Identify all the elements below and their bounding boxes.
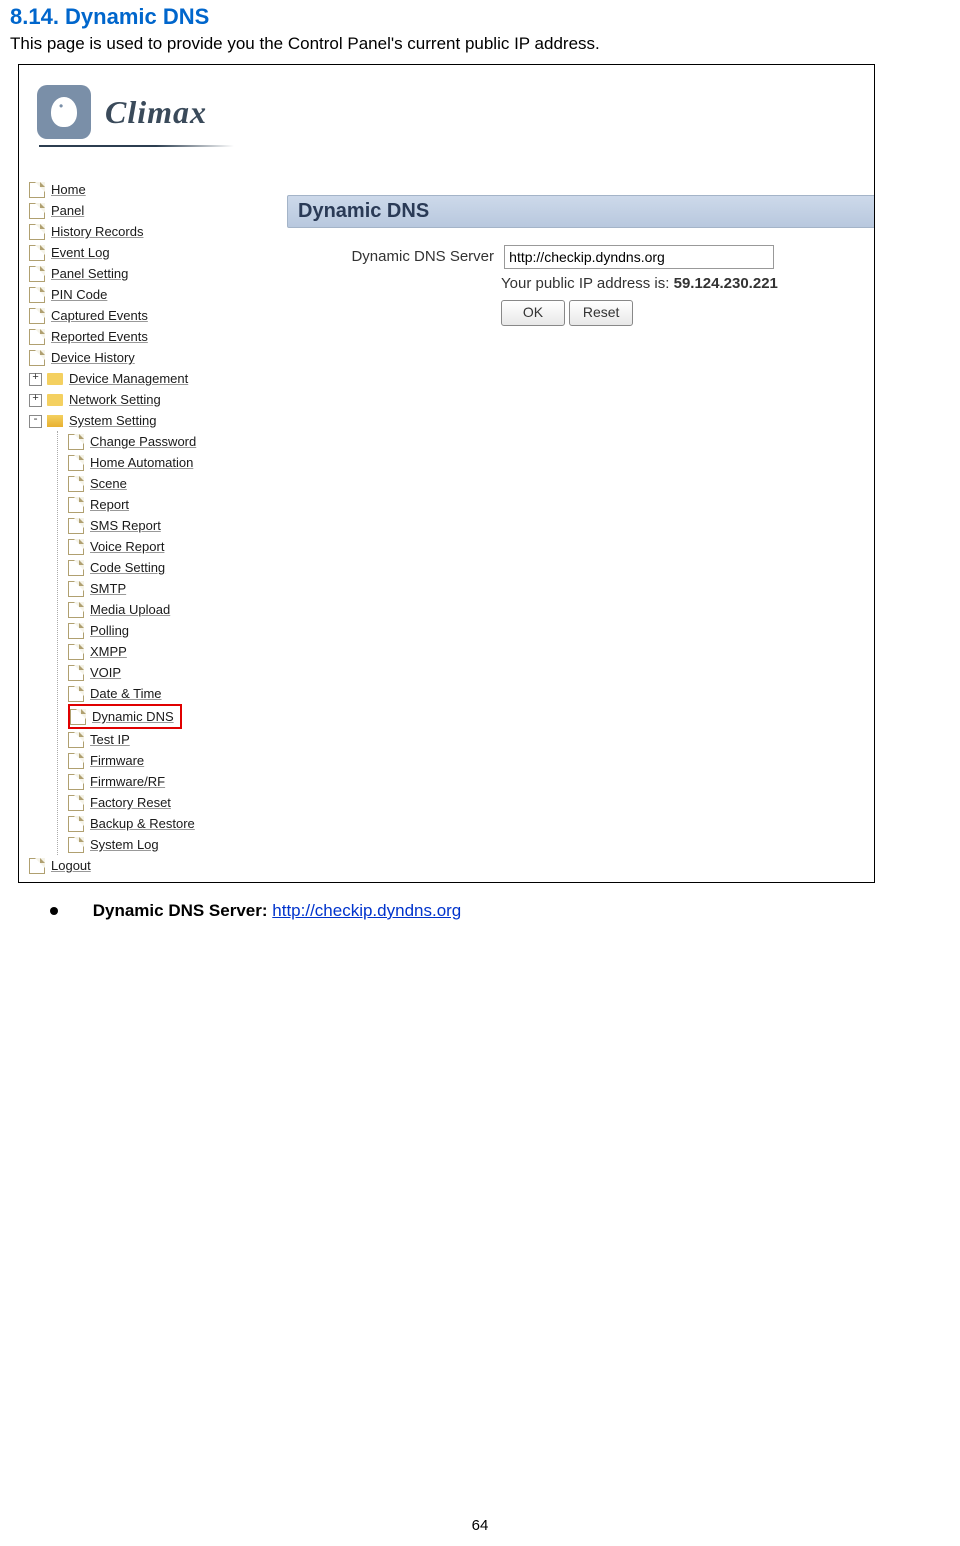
page-icon: [68, 732, 84, 748]
nav-change-password[interactable]: Change Password: [68, 431, 196, 452]
panel-title: Dynamic DNS: [287, 195, 875, 228]
nav-home-automation[interactable]: Home Automation: [68, 452, 196, 473]
page-icon: [29, 329, 45, 345]
logo-underline: [39, 145, 234, 147]
page-icon: [29, 858, 45, 874]
page-icon: [29, 308, 45, 324]
nav-xmpp[interactable]: XMPP: [68, 641, 196, 662]
nav-media-upload[interactable]: Media Upload: [68, 599, 196, 620]
nav-smtp[interactable]: SMTP: [68, 578, 196, 599]
server-label: Dynamic DNS Server: [319, 248, 494, 265]
intro-text: This page is used to provide you the Con…: [10, 34, 950, 54]
ip-label: Your public IP address is:: [501, 275, 674, 292]
page-icon: [68, 665, 84, 681]
logo-text: Climax: [105, 94, 207, 131]
expand-icon[interactable]: +: [29, 394, 42, 407]
nav-firmware-rf[interactable]: Firmware/RF: [68, 771, 196, 792]
nav-dynamic-dns[interactable]: Dynamic DNS: [68, 704, 182, 729]
nav-voip[interactable]: VOIP: [68, 662, 196, 683]
nav-date-time[interactable]: Date & Time: [68, 683, 196, 704]
ok-button[interactable]: OK: [501, 300, 565, 326]
nav-home[interactable]: Home: [29, 179, 196, 200]
climax-logo-icon: [37, 85, 91, 139]
folder-icon: [47, 394, 63, 406]
page-icon: [68, 476, 84, 492]
page-number: 64: [0, 1517, 960, 1534]
page-icon: [29, 350, 45, 366]
screenshot: Climax Home Panel History Records Event …: [18, 64, 875, 883]
page-icon: [29, 245, 45, 261]
page-icon: [68, 602, 84, 618]
page-icon: [68, 455, 84, 471]
page-icon: [68, 774, 84, 790]
nav-reported-events[interactable]: Reported Events: [29, 326, 196, 347]
page-icon: [29, 287, 45, 303]
nav-panel[interactable]: Panel: [29, 200, 196, 221]
bullet-item: Dynamic DNS Server: http://checkip.dyndn…: [50, 901, 950, 921]
nav-event-log[interactable]: Event Log: [29, 242, 196, 263]
nav-sms-report[interactable]: SMS Report: [68, 515, 196, 536]
page-icon: [68, 518, 84, 534]
nav-system-log[interactable]: System Log: [68, 834, 196, 855]
page-icon: [70, 709, 86, 725]
page-icon: [68, 497, 84, 513]
nav-system-setting[interactable]: -System Setting: [47, 410, 196, 431]
section-heading: 8.14. Dynamic DNS: [10, 4, 950, 30]
nav-history-records[interactable]: History Records: [29, 221, 196, 242]
nav-tree: Home Panel History Records Event Log Pan…: [29, 179, 196, 876]
nav-test-ip[interactable]: Test IP: [68, 729, 196, 750]
expand-icon[interactable]: +: [29, 373, 42, 386]
ip-line: Your public IP address is: 59.124.230.22…: [501, 275, 778, 292]
ip-value: 59.124.230.221: [674, 275, 778, 292]
nav-scene[interactable]: Scene: [68, 473, 196, 494]
nav-device-history[interactable]: Device History: [29, 347, 196, 368]
nav-report[interactable]: Report: [68, 494, 196, 515]
page-icon: [29, 266, 45, 282]
nav-voice-report[interactable]: Voice Report: [68, 536, 196, 557]
page-icon: [68, 816, 84, 832]
nav-device-management[interactable]: +Device Management: [47, 368, 196, 389]
nav-factory-reset[interactable]: Factory Reset: [68, 792, 196, 813]
nav-network-setting[interactable]: +Network Setting: [47, 389, 196, 410]
page-icon: [68, 560, 84, 576]
logo-area: Climax: [37, 85, 207, 139]
page-icon: [68, 686, 84, 702]
form-area: Dynamic DNS Server Your public IP addres…: [319, 245, 778, 326]
page-icon: [68, 539, 84, 555]
reset-button[interactable]: Reset: [569, 300, 633, 326]
nav-firmware[interactable]: Firmware: [68, 750, 196, 771]
dyndns-link[interactable]: http://checkip.dyndns.org: [272, 901, 461, 920]
bullet-label: Dynamic DNS Server:: [93, 901, 273, 920]
nav-code-setting[interactable]: Code Setting: [68, 557, 196, 578]
dns-server-input[interactable]: [504, 245, 774, 269]
folder-open-icon: [47, 415, 63, 427]
page-icon: [68, 434, 84, 450]
nav-panel-setting[interactable]: Panel Setting: [29, 263, 196, 284]
page-icon: [68, 753, 84, 769]
nav-polling[interactable]: Polling: [68, 620, 196, 641]
page-icon: [68, 581, 84, 597]
page-icon: [68, 623, 84, 639]
page-icon: [29, 182, 45, 198]
page-icon: [68, 795, 84, 811]
collapse-icon[interactable]: -: [29, 415, 42, 428]
bullet-icon: [50, 907, 58, 915]
nav-logout[interactable]: Logout: [29, 855, 196, 876]
page-icon: [29, 224, 45, 240]
page-icon: [68, 644, 84, 660]
nav-backup-restore[interactable]: Backup & Restore: [68, 813, 196, 834]
page-icon: [68, 837, 84, 853]
page-icon: [29, 203, 45, 219]
nav-captured-events[interactable]: Captured Events: [29, 305, 196, 326]
nav-pin-code[interactable]: PIN Code: [29, 284, 196, 305]
folder-icon: [47, 373, 63, 385]
